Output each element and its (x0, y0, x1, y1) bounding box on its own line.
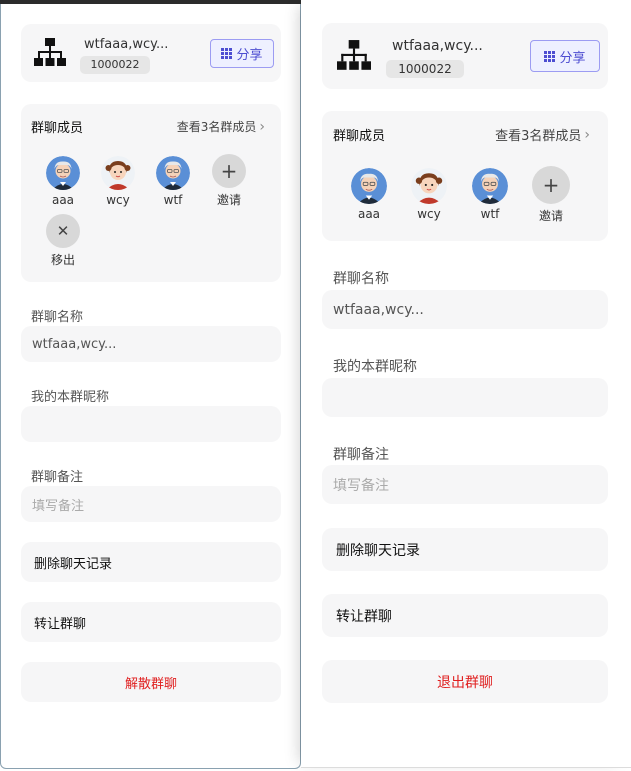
group-name-label: 群聊名称 (31, 310, 84, 325)
grid-icon (544, 50, 556, 62)
nickname-label: 我的本群昵称 (31, 390, 110, 405)
invite-member-button[interactable]: + 邀请 (526, 166, 576, 224)
members-card: 群聊成员 查看3名群成员 › aaa wcy (322, 111, 608, 241)
group-name: wtfaaa,wcy... (392, 38, 483, 54)
nickname-input[interactable] (21, 406, 281, 442)
member-item[interactable]: aaa (344, 168, 394, 221)
old-man-avatar-icon (351, 168, 387, 204)
remark-label: 群聊备注 (333, 447, 389, 463)
invite-member-button[interactable]: + 邀请 (204, 154, 254, 208)
app-window: wtfaaa,wcy... 1000022 分享 群聊成员 查看3名群成员 › … (0, 0, 631, 771)
view-all-members-link[interactable]: 查看3名群成员 › (177, 118, 265, 135)
group-name-input[interactable]: wtfaaa,wcy... (21, 326, 281, 362)
remark-input[interactable]: 填写备注 (21, 486, 281, 522)
share-label: 分享 (559, 50, 586, 66)
invite-label: 邀请 (216, 193, 241, 207)
nickname-label: 我的本群昵称 (333, 359, 417, 375)
member-name: wcy (106, 193, 130, 207)
girl-avatar-icon (101, 156, 135, 190)
remove-label: 移出 (50, 253, 75, 267)
transfer-group-button[interactable]: 转让群聊 (322, 594, 608, 637)
grid-icon (221, 48, 233, 59)
member-name: aaa (51, 193, 75, 207)
members-title: 群聊成员 (31, 121, 84, 136)
group-name-label: 群聊名称 (333, 271, 389, 287)
member-item[interactable]: wcy (93, 156, 143, 207)
members-header: 群聊成员 查看3名群成员 › (333, 125, 590, 145)
old-man-avatar-icon (46, 156, 80, 190)
org-chart-icon (34, 38, 66, 66)
member-name: wtf (480, 207, 500, 221)
member-name: wtf (163, 193, 183, 207)
member-item[interactable]: wtf (148, 156, 198, 207)
group-settings-panel-member: wtfaaa,wcy... 1000022 分享 群聊成员 查看3名群成员 › … (301, 0, 631, 768)
group-name-input[interactable]: wtfaaa,wcy... (322, 290, 608, 329)
chevron-right-icon: › (584, 126, 590, 143)
share-button[interactable]: 分享 (210, 39, 274, 68)
member-item[interactable]: wtf (465, 168, 515, 221)
view-all-members-link[interactable]: 查看3名群成员 › (495, 125, 590, 145)
old-man-avatar-icon (472, 168, 508, 204)
group-header-card: wtfaaa,wcy... 1000022 分享 (21, 24, 281, 82)
chevron-right-icon: › (259, 118, 265, 135)
transfer-group-button[interactable]: 转让群聊 (21, 602, 281, 642)
plus-icon: + (212, 154, 246, 188)
old-man-avatar-icon (156, 156, 190, 190)
org-chart-icon (337, 40, 371, 70)
member-item[interactable]: aaa (38, 156, 88, 207)
member-name: wcy (417, 207, 441, 221)
share-label: 分享 (236, 48, 263, 63)
members-card: 群聊成员 查看3名群成员 › aaa wcy (21, 104, 281, 282)
member-name: aaa (357, 207, 381, 221)
close-icon: ✕ (46, 214, 80, 248)
remark-label: 群聊备注 (31, 470, 84, 485)
view-all-label: 查看3名群成员 (495, 129, 582, 144)
plus-icon: + (532, 166, 570, 204)
group-id-badge: 1000022 (80, 56, 150, 74)
group-settings-panel-owner: wtfaaa,wcy... 1000022 分享 群聊成员 查看3名群成员 › … (0, 4, 301, 769)
nickname-input[interactable] (322, 378, 608, 417)
share-button[interactable]: 分享 (530, 40, 600, 72)
dismiss-group-button[interactable]: 解散群聊 (21, 662, 281, 702)
girl-avatar-icon (411, 168, 447, 204)
quit-group-button[interactable]: 退出群聊 (322, 660, 608, 703)
group-name: wtfaaa,wcy... (84, 37, 169, 52)
clear-history-button[interactable]: 删除聊天记录 (21, 542, 281, 582)
member-item[interactable]: wcy (404, 168, 454, 221)
invite-label: 邀请 (538, 209, 563, 223)
remove-member-button[interactable]: ✕ 移出 (38, 214, 88, 268)
view-all-label: 查看3名群成员 (176, 120, 257, 134)
members-header: 群聊成员 查看3名群成员 › (31, 117, 265, 137)
group-id-badge: 1000022 (386, 60, 464, 78)
clear-history-button[interactable]: 删除聊天记录 (322, 528, 608, 571)
members-title: 群聊成员 (333, 129, 386, 144)
remark-input[interactable]: 填写备注 (322, 465, 608, 504)
group-header-card: wtfaaa,wcy... 1000022 分享 (322, 23, 608, 89)
